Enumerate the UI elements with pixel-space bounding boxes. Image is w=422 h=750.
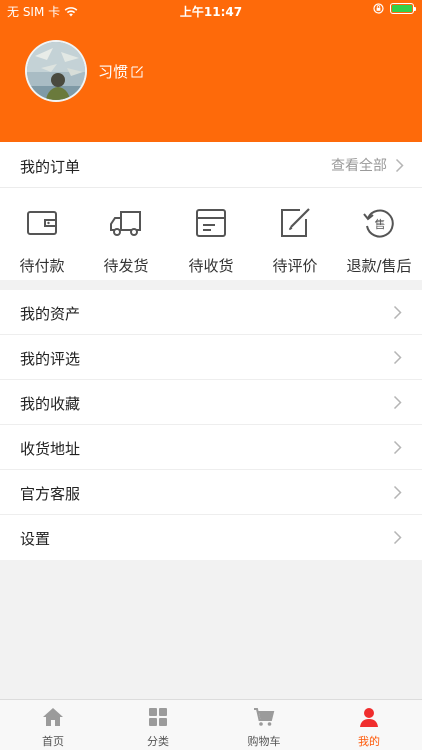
status-bar: 无 SIM 卡 上午11:47 bbox=[0, 0, 422, 22]
order-item-label: 待收货 bbox=[188, 257, 234, 275]
order-refund-aftersale[interactable]: 售 退款/售后 bbox=[339, 206, 419, 276]
menu-item-customer-service[interactable]: 官方客服 bbox=[0, 470, 422, 515]
username[interactable]: 习惯 bbox=[98, 61, 144, 82]
order-item-label: 待评价 bbox=[272, 257, 318, 275]
home-icon bbox=[43, 708, 63, 726]
user-icon bbox=[360, 708, 378, 727]
profile-page: 无 SIM 卡 上午11:47 习惯 我的订单 查看全部 待付款 待发货 待收货… bbox=[0, 0, 422, 750]
order-pending-payment[interactable]: 待付款 bbox=[2, 206, 82, 276]
tab-label: 我的 bbox=[358, 735, 380, 748]
profile-header: 无 SIM 卡 上午11:47 习惯 bbox=[0, 0, 422, 142]
wallet-icon bbox=[27, 211, 57, 235]
order-pending-review[interactable]: 待评价 bbox=[255, 206, 335, 276]
cart-icon bbox=[254, 708, 275, 726]
tab-home[interactable]: 首页 bbox=[13, 706, 93, 749]
orders-section: 我的订单 查看全部 待付款 待发货 待收货 待评价 售 退款/售后 bbox=[0, 142, 422, 280]
tab-mine[interactable]: 我的 bbox=[329, 706, 409, 749]
status-time: 上午11:47 bbox=[179, 5, 243, 19]
chevron-right-icon bbox=[393, 305, 402, 320]
chevron-right-icon bbox=[393, 395, 402, 410]
battery-icon bbox=[390, 3, 416, 14]
menu-item-addresses[interactable]: 收货地址 bbox=[0, 425, 422, 470]
tab-cart[interactable]: 购物车 bbox=[224, 706, 304, 749]
chevron-right-icon bbox=[393, 440, 402, 455]
orientation-lock-icon bbox=[373, 3, 384, 14]
menu-item-assets[interactable]: 我的资产 bbox=[0, 290, 422, 335]
orders-header[interactable]: 我的订单 查看全部 bbox=[0, 142, 422, 188]
chevron-right-icon bbox=[393, 485, 402, 500]
svg-text:售: 售 bbox=[375, 217, 386, 231]
order-item-label: 待发货 bbox=[103, 257, 149, 275]
menu-item-favorites[interactable]: 我的收藏 bbox=[0, 380, 422, 425]
menu-item-label: 官方客服 bbox=[20, 485, 81, 503]
tab-category[interactable]: 分类 bbox=[118, 706, 198, 749]
avatar-image bbox=[27, 42, 85, 100]
menu-item-selections[interactable]: 我的评选 bbox=[0, 335, 422, 380]
account-menu: 我的资产 我的评选 我的收藏 收货地址 官方客服 设置 bbox=[0, 290, 422, 560]
order-pending-shipment[interactable]: 待发货 bbox=[86, 206, 166, 276]
avatar[interactable] bbox=[25, 40, 87, 102]
view-all-label: 查看全部 bbox=[331, 158, 387, 174]
tab-label: 首页 bbox=[42, 735, 64, 748]
chevron-right-icon bbox=[393, 530, 402, 545]
status-right bbox=[373, 3, 416, 14]
chevron-right-icon bbox=[395, 158, 404, 172]
tab-label: 分类 bbox=[147, 735, 169, 748]
edit-review-icon bbox=[281, 208, 310, 237]
menu-item-label: 我的评选 bbox=[20, 350, 81, 368]
tab-label: 购物车 bbox=[247, 735, 281, 748]
view-all-orders-link[interactable]: 查看全部 bbox=[331, 155, 404, 175]
menu-item-label: 设置 bbox=[20, 530, 51, 548]
tab-bar: 首页 分类 购物车 我的 bbox=[0, 699, 422, 750]
menu-item-settings[interactable]: 设置 bbox=[0, 515, 422, 560]
battery-fill bbox=[392, 5, 412, 12]
chevron-right-icon bbox=[393, 350, 402, 365]
grid-icon bbox=[149, 708, 167, 726]
menu-item-label: 我的收藏 bbox=[20, 395, 81, 413]
menu-item-label: 我的资产 bbox=[20, 305, 81, 323]
order-pending-receipt[interactable]: 待收货 bbox=[171, 206, 251, 276]
order-item-label: 退款/售后 bbox=[346, 257, 412, 275]
orders-title: 我的订单 bbox=[20, 158, 81, 176]
truck-icon bbox=[110, 211, 141, 236]
order-item-label: 待付款 bbox=[19, 257, 65, 275]
box-icon bbox=[196, 209, 226, 237]
edit-icon bbox=[131, 66, 143, 78]
username-text: 习惯 bbox=[98, 63, 129, 81]
refund-icon: 售 bbox=[363, 209, 394, 238]
menu-item-label: 收货地址 bbox=[20, 440, 81, 458]
order-status-row: 待付款 待发货 待收货 待评价 售 退款/售后 bbox=[0, 206, 422, 276]
